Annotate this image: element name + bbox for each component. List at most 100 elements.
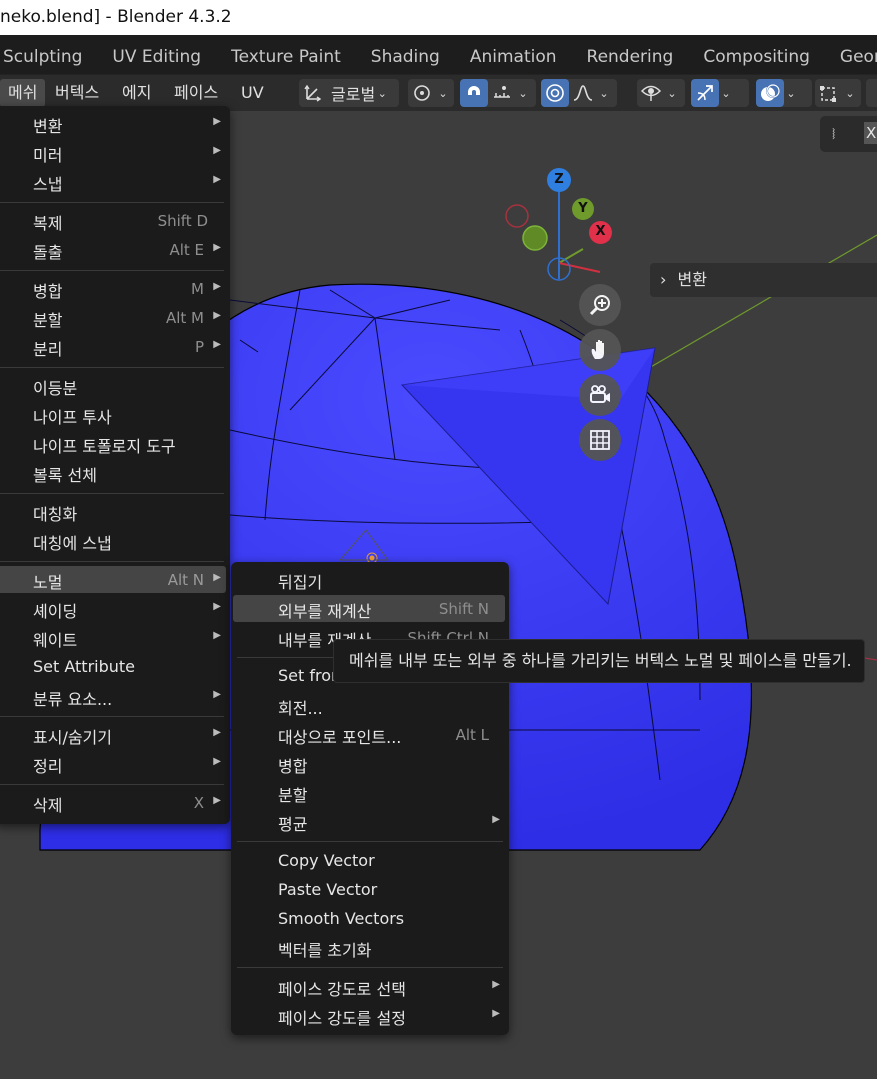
menu-item-flip[interactable]: 뒤집기 [233, 566, 505, 593]
submenu-arrow-icon: ▶ [213, 630, 221, 641]
shading-button[interactable] [866, 79, 877, 107]
overlay-icon[interactable] [756, 79, 784, 107]
submenu-arrow-icon: ▶ [213, 727, 221, 738]
menu-item-recalculate-outside[interactable]: 외부를 재계산 Shift N [233, 595, 505, 622]
menu-mesh[interactable]: 메쉬 [0, 79, 46, 107]
menu-separator [0, 270, 224, 271]
magnet-icon[interactable] [460, 79, 488, 107]
ortho-toggle-button[interactable] [579, 419, 621, 461]
chevron-down-icon[interactable]: ⌄ [719, 87, 733, 100]
menu-item-point-to-target[interactable]: 대상으로 포인트... Alt L [233, 721, 505, 748]
menu-item-weights[interactable]: 웨이트 ▶ [0, 624, 226, 651]
overlays-dropdown: ⌄ [756, 79, 812, 107]
gizmo-y-label: Y [578, 201, 588, 216]
transform-orientation-dropdown[interactable]: 글로벌 ⌄ [299, 79, 399, 107]
proportional-edit-group: ⌄ [541, 79, 617, 107]
menu-item-convex-hull[interactable]: 볼록 선체 [0, 459, 226, 486]
menu-item-select-by-face-strength[interactable]: 페이스 강도로 선택 ▶ [233, 973, 505, 1000]
submenu-arrow-icon: ▶ [213, 795, 221, 806]
transform-panel-toggle[interactable]: › 변환 [650, 263, 877, 297]
snap-group: ⌄ [460, 79, 536, 107]
menu-item-symmetrize[interactable]: 대칭화 [0, 498, 226, 525]
chevron-down-icon[interactable]: ⌄ [784, 87, 798, 100]
tab-texture-paint[interactable]: Texture Paint [216, 35, 356, 74]
menu-item-copy-vector[interactable]: Copy Vector [233, 848, 505, 875]
menu-item-knife-project[interactable]: 나이프 투사 [0, 401, 226, 428]
hand-icon [591, 340, 604, 359]
tab-geometry-nodes[interactable]: Geometry Nodes [825, 35, 877, 74]
tab-rendering[interactable]: Rendering [572, 35, 689, 74]
chevron-down-icon[interactable]: ⌄ [597, 87, 611, 100]
submenu-arrow-icon: ▶ [492, 1008, 500, 1019]
pivot-icon [408, 79, 436, 107]
pan-button[interactable] [579, 329, 621, 371]
x-axis-toggle[interactable]: X [864, 122, 877, 144]
snap-increment-icon[interactable] [488, 79, 516, 107]
gizmo-icon[interactable] [691, 79, 719, 107]
menu-item-reset-vectors[interactable]: 벡터를 초기화 [233, 934, 505, 961]
menu-item-duplicate[interactable]: 복제 Shift D [0, 207, 226, 234]
menu-item-transform[interactable]: 변환 ▶ [0, 110, 226, 137]
falloff-curve-icon[interactable] [569, 79, 597, 107]
menu-separator [0, 784, 224, 785]
menu-face[interactable]: 페이스 [166, 79, 226, 107]
window-title: neko.blend] - Blender 4.3.2 [0, 0, 877, 35]
menu-edge[interactable]: 에지 [114, 79, 159, 107]
menu-item-normals-split[interactable]: 분할 [233, 779, 505, 806]
menu-item-snap[interactable]: 스냅 ▶ [0, 168, 226, 195]
menu-item-shading[interactable]: 셰이딩 ▶ [0, 595, 226, 622]
tab-animation[interactable]: Animation [455, 35, 572, 74]
menu-item-set-attribute[interactable]: Set Attribute [0, 654, 226, 681]
submenu-arrow-icon: ▶ [213, 689, 221, 700]
menu-item-paste-vector[interactable]: Paste Vector [233, 877, 505, 904]
mesh-edit-overlay-icon [815, 79, 843, 107]
tab-shading[interactable]: Shading [356, 35, 455, 74]
menu-vertex[interactable]: 버텍스 [47, 79, 107, 107]
menu-item-show-hide[interactable]: 표시/숨기기 ▶ [0, 721, 226, 748]
menu-item-normals[interactable]: 노멀 Alt N ▶ [0, 566, 226, 593]
menu-item-normals-merge[interactable]: 병합 [233, 750, 505, 777]
tab-compositing[interactable]: Compositing [688, 35, 825, 74]
chevron-down-icon: ⌄ [667, 86, 677, 100]
chevron-down-icon: ⌄ [377, 86, 387, 100]
chevron-down-icon[interactable]: ⌄ [516, 87, 530, 100]
orientation-value: 글로벌 [331, 85, 376, 104]
menu-item-average[interactable]: 평균 ▶ [233, 808, 505, 835]
tab-uv-editing[interactable]: UV Editing [97, 35, 216, 74]
grid-icon [590, 430, 610, 450]
menu-item-clean-up[interactable]: 정리 ▶ [0, 750, 226, 777]
gizmo-x-label: X [595, 224, 606, 239]
submenu-arrow-icon: ▶ [213, 572, 221, 583]
menu-item-separate[interactable]: 분리 P ▶ [0, 333, 226, 360]
mirror-icon[interactable]: ⧘ [832, 124, 835, 144]
menu-uv[interactable]: UV [233, 79, 272, 107]
proportional-edit-icon[interactable] [541, 79, 569, 107]
menu-item-rotate[interactable]: 회전... [233, 692, 505, 719]
menu-item-mirror[interactable]: 미러 ▶ [0, 139, 226, 166]
camera-view-button[interactable] [579, 374, 621, 416]
workspace-tabs: Sculpting UV Editing Texture Paint Shadi… [0, 35, 877, 74]
menu-item-knife-topology[interactable]: 나이프 토폴로지 도구 [0, 430, 226, 457]
menu-item-sort-elements[interactable]: 분류 요소... ▶ [0, 683, 226, 710]
menu-item-split[interactable]: 분할 Alt M ▶ [0, 304, 226, 331]
chevron-down-icon: ⌄ [438, 86, 448, 100]
menu-item-bisect[interactable]: 이등분 [0, 372, 226, 399]
submenu-arrow-icon: ▶ [492, 979, 500, 990]
menu-item-delete[interactable]: 삭제 X ▶ [0, 789, 226, 816]
mesh-edit-overlays-dropdown[interactable]: ⌄ [815, 79, 861, 107]
normals-submenu: 뒤집기 외부를 재계산 Shift N 내부를 재계산 Shift Ctrl N S… [231, 562, 509, 1035]
menu-item-snap-to-symmetry[interactable]: 대칭에 스냅 [0, 527, 226, 554]
pivot-point-dropdown[interactable]: ⌄ [408, 79, 454, 107]
zoom-button[interactable] [579, 284, 621, 326]
submenu-arrow-icon: ▶ [492, 814, 500, 825]
orientation-icon [299, 79, 327, 107]
submenu-arrow-icon: ▶ [213, 339, 221, 350]
menu-separator [0, 367, 224, 368]
visibility-dropdown[interactable]: ⌄ [637, 79, 685, 107]
tab-sculpting[interactable]: Sculpting [0, 35, 97, 74]
menu-item-merge[interactable]: 병합 M ▶ [0, 275, 226, 302]
menu-separator [237, 841, 503, 842]
menu-item-smooth-vectors[interactable]: Smooth Vectors [233, 906, 505, 933]
menu-item-set-face-strength[interactable]: 페이스 강도를 설정 ▶ [233, 1002, 505, 1029]
menu-item-extrude[interactable]: 돌출 Alt E ▶ [0, 236, 226, 263]
